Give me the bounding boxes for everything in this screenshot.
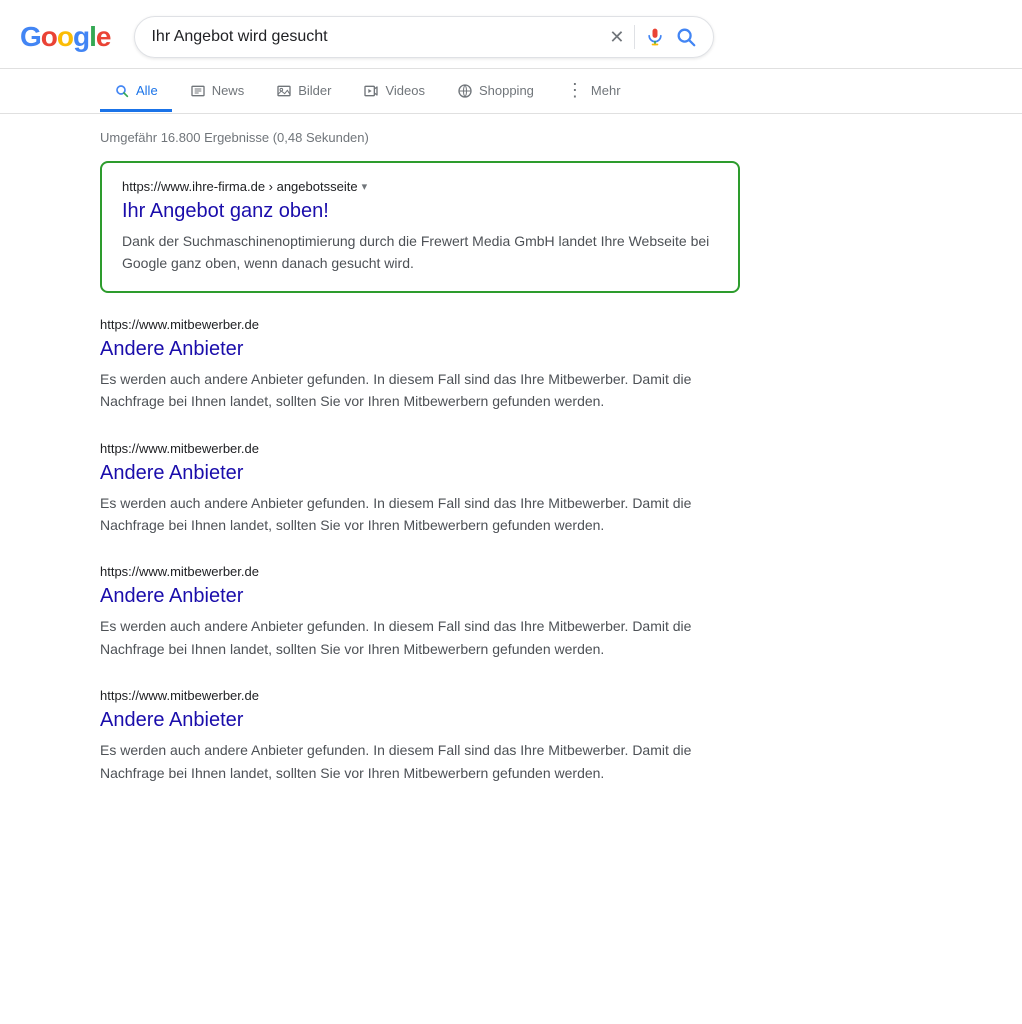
featured-result-description: Dank der Suchmaschinenoptimierung durch … xyxy=(122,230,718,275)
logo-letter-l: l xyxy=(89,21,96,53)
result-description: Es werden auch andere Anbieter gefunden.… xyxy=(100,739,740,784)
featured-url-arrow: ▾ xyxy=(362,180,368,193)
tab-mehr-label: Mehr xyxy=(591,83,621,98)
tab-bilder-label: Bilder xyxy=(298,83,331,98)
featured-result-title[interactable]: Ihr Angebot ganz oben! xyxy=(122,198,718,224)
result-item: https://www.mitbewerber.de Andere Anbiet… xyxy=(100,317,740,413)
nav-tabs: Alle News Bilder Videos xyxy=(0,69,1022,114)
result-title[interactable]: Andere Anbieter xyxy=(100,583,740,609)
search-icons: ✕ xyxy=(609,25,697,49)
tab-news[interactable]: News xyxy=(176,73,259,112)
tab-mehr[interactable]: ⋮ Mehr xyxy=(552,70,635,114)
logo-letter-o2: o xyxy=(57,21,73,53)
results-count: Umgefähr 16.800 Ergebnisse (0,48 Sekunde… xyxy=(100,130,740,145)
featured-result-url: https://www.ihre-firma.de › angebotsseit… xyxy=(122,179,718,194)
google-logo: Google xyxy=(20,21,110,53)
result-url: https://www.mitbewerber.de xyxy=(100,688,740,703)
result-title[interactable]: Andere Anbieter xyxy=(100,336,740,362)
logo-letter-g2: g xyxy=(73,21,89,53)
tab-shopping[interactable]: Shopping xyxy=(443,73,548,112)
header: Google ✕ xyxy=(0,0,1022,69)
mehr-dots-icon: ⋮ xyxy=(566,80,585,101)
mic-icon[interactable] xyxy=(645,27,665,47)
result-url: https://www.mitbewerber.de xyxy=(100,317,740,332)
news-icon xyxy=(190,83,206,99)
logo-letter-g: G xyxy=(20,21,41,53)
videos-icon xyxy=(363,83,379,99)
result-url: https://www.mitbewerber.de xyxy=(100,564,740,579)
result-url: https://www.mitbewerber.de xyxy=(100,441,740,456)
result-item: https://www.mitbewerber.de Andere Anbiet… xyxy=(100,564,740,660)
tab-shopping-label: Shopping xyxy=(479,83,534,98)
search-bar: ✕ xyxy=(134,16,714,58)
result-description: Es werden auch andere Anbieter gefunden.… xyxy=(100,368,740,413)
search-icon[interactable] xyxy=(675,26,697,48)
tab-alle-label: Alle xyxy=(136,83,158,98)
logo-letter-o1: o xyxy=(41,21,57,53)
results-list: https://www.mitbewerber.de Andere Anbiet… xyxy=(100,317,740,784)
result-description: Es werden auch andere Anbieter gefunden.… xyxy=(100,492,740,537)
logo-letter-e: e xyxy=(96,21,111,53)
result-item: https://www.mitbewerber.de Andere Anbiet… xyxy=(100,688,740,784)
tab-bilder[interactable]: Bilder xyxy=(262,73,345,112)
tab-videos[interactable]: Videos xyxy=(349,73,439,112)
result-title[interactable]: Andere Anbieter xyxy=(100,460,740,486)
results-area: Umgefähr 16.800 Ergebnisse (0,48 Sekunde… xyxy=(0,114,760,828)
tab-alle[interactable]: Alle xyxy=(100,73,172,112)
bilder-icon xyxy=(276,83,292,99)
clear-icon[interactable]: ✕ xyxy=(609,28,624,46)
result-item: https://www.mitbewerber.de Andere Anbiet… xyxy=(100,441,740,537)
featured-result: https://www.ihre-firma.de › angebotsseit… xyxy=(100,161,740,293)
tab-news-label: News xyxy=(212,83,245,98)
alle-search-icon xyxy=(114,83,130,99)
tab-videos-label: Videos xyxy=(385,83,425,98)
result-title[interactable]: Andere Anbieter xyxy=(100,707,740,733)
result-description: Es werden auch andere Anbieter gefunden.… xyxy=(100,615,740,660)
search-input[interactable] xyxy=(151,28,601,46)
vertical-divider xyxy=(634,25,635,49)
shopping-icon xyxy=(457,83,473,99)
